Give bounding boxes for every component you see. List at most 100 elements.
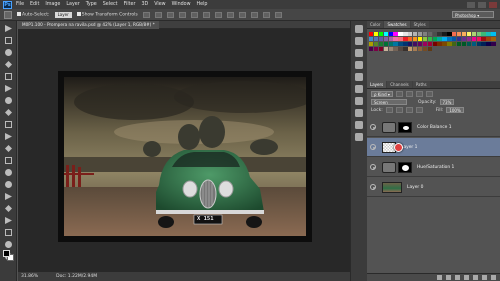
color-swatch[interactable]: [393, 32, 398, 37]
blend-mode-dropdown[interactable]: Screen: [371, 99, 407, 105]
color-swatch[interactable]: [398, 46, 403, 51]
color-swatch[interactable]: [432, 41, 437, 47]
color-swatch[interactable]: [383, 36, 388, 42]
shape-tool-icon[interactable]: [4, 228, 13, 237]
eyedropper-tool-icon[interactable]: [4, 84, 13, 93]
dodge-tool-icon[interactable]: [4, 180, 13, 189]
color-swatch[interactable]: [408, 36, 413, 42]
distribute-bottom-icon[interactable]: [238, 11, 246, 18]
color-swatch[interactable]: [373, 36, 379, 42]
color-swatch[interactable]: [452, 41, 457, 47]
tab-channels[interactable]: Channels: [387, 81, 412, 88]
color-swatch[interactable]: [427, 46, 432, 51]
menu-select[interactable]: Select: [103, 2, 118, 7]
layer-row-color-balance[interactable]: Color Balance 1: [367, 118, 500, 137]
close-button[interactable]: [489, 1, 497, 8]
color-swatch[interactable]: [383, 46, 388, 51]
tab-styles[interactable]: Styles: [410, 21, 429, 28]
color-swatch[interactable]: [403, 32, 408, 37]
color-swatch[interactable]: [486, 36, 491, 42]
align-right-icon[interactable]: [202, 11, 210, 18]
color-swatch[interactable]: [413, 36, 418, 42]
lock-position-icon[interactable]: [405, 107, 413, 113]
opacity-field[interactable]: 73%: [439, 99, 455, 105]
color-swatch[interactable]: [486, 41, 491, 47]
color-swatch[interactable]: [398, 36, 403, 42]
lock-all-icon[interactable]: [415, 107, 423, 113]
color-swatch[interactable]: [422, 36, 428, 42]
color-swatch[interactable]: [471, 32, 476, 37]
color-swatch[interactable]: [437, 41, 442, 47]
new-layer-icon[interactable]: [482, 275, 487, 280]
properties-panel-icon[interactable]: [355, 37, 363, 45]
color-swatch[interactable]: [393, 41, 398, 47]
color-swatch[interactable]: [461, 41, 467, 47]
menu-filter[interactable]: Filter: [124, 2, 136, 7]
type-tool-icon[interactable]: [4, 204, 13, 213]
color-swatch[interactable]: [481, 41, 486, 47]
layer-comps-panel-icon[interactable]: [355, 133, 363, 141]
color-swatch[interactable]: [486, 32, 491, 37]
document-size[interactable]: Doc: 1.22M/2.94M: [56, 274, 97, 279]
color-swatch[interactable]: [476, 36, 481, 42]
distribute-top-icon[interactable]: [214, 11, 222, 18]
color-swatch[interactable]: [461, 36, 467, 42]
color-swatch[interactable]: [452, 36, 457, 42]
color-swatch[interactable]: [481, 32, 486, 37]
align-center-icon[interactable]: [190, 11, 198, 18]
color-swatch[interactable]: [476, 32, 481, 37]
color-swatch[interactable]: [442, 41, 447, 47]
color-swatch[interactable]: [427, 41, 432, 47]
workspace-dropdown[interactable]: Photoshop ▾: [452, 11, 494, 18]
color-swatch[interactable]: [378, 41, 384, 47]
menu-view[interactable]: View: [154, 2, 165, 7]
menu-type[interactable]: Type: [86, 2, 97, 7]
lock-transparent-icon[interactable]: [385, 107, 393, 113]
gradient-tool-icon[interactable]: [4, 156, 13, 165]
document-tab[interactable]: M0P1.100 - Prompera na ravila.psd @ 42% …: [18, 21, 159, 29]
color-swatch[interactable]: [476, 41, 481, 47]
color-swatch[interactable]: [422, 46, 428, 51]
hand-tool-icon[interactable]: [4, 240, 13, 249]
quick-select-tool-icon[interactable]: [4, 60, 13, 69]
swatch-grid[interactable]: [369, 32, 498, 51]
color-swatch[interactable]: [413, 32, 418, 37]
layer-mask-thumb[interactable]: [398, 161, 412, 173]
layer-row-hue-saturation[interactable]: Hue/Saturation 1: [367, 158, 500, 177]
color-swatch[interactable]: [378, 32, 384, 37]
distribute-middle-icon[interactable]: [226, 11, 234, 18]
layer-mask-thumb[interactable]: [398, 121, 412, 133]
color-swatch[interactable]: [393, 46, 398, 51]
color-swatch[interactable]: [471, 36, 476, 42]
clone-source-panel-icon[interactable]: [355, 109, 363, 117]
color-swatch[interactable]: [491, 41, 496, 47]
menu-image[interactable]: Image: [45, 2, 60, 7]
color-swatch[interactable]: [422, 32, 428, 37]
filter-adjustment-icon[interactable]: [405, 91, 413, 97]
color-swatch[interactable]: [417, 32, 423, 37]
visibility-eye-icon[interactable]: [370, 184, 376, 190]
color-swatch[interactable]: [442, 36, 447, 42]
align-top-icon[interactable]: [142, 11, 150, 18]
healing-brush-tool-icon[interactable]: [4, 96, 13, 105]
color-swatch[interactable]: [413, 41, 418, 47]
color-swatch[interactable]: [369, 32, 374, 37]
color-swatch[interactable]: [383, 41, 388, 47]
lasso-tool-icon[interactable]: [4, 48, 13, 57]
color-swatch[interactable]: [408, 32, 413, 37]
visibility-eye-icon[interactable]: [370, 124, 376, 130]
color-swatch[interactable]: [413, 46, 418, 51]
menu-window[interactable]: Window: [172, 2, 191, 7]
color-swatch[interactable]: [466, 36, 472, 42]
color-swatch[interactable]: [373, 41, 379, 47]
layer-row-layer-0[interactable]: Layer 0: [367, 178, 500, 197]
menu-edit[interactable]: Edit: [30, 2, 39, 7]
canvas-area[interactable]: X 151: [18, 29, 350, 272]
color-swatch[interactable]: [471, 41, 476, 47]
fill-field[interactable]: 100%: [446, 107, 464, 113]
color-swatch[interactable]: [457, 36, 462, 42]
color-swatch[interactable]: [427, 32, 432, 37]
car-photo[interactable]: X 151: [64, 77, 306, 236]
tab-swatches[interactable]: Swatches: [384, 21, 410, 28]
distribute-right-icon[interactable]: [262, 11, 270, 18]
